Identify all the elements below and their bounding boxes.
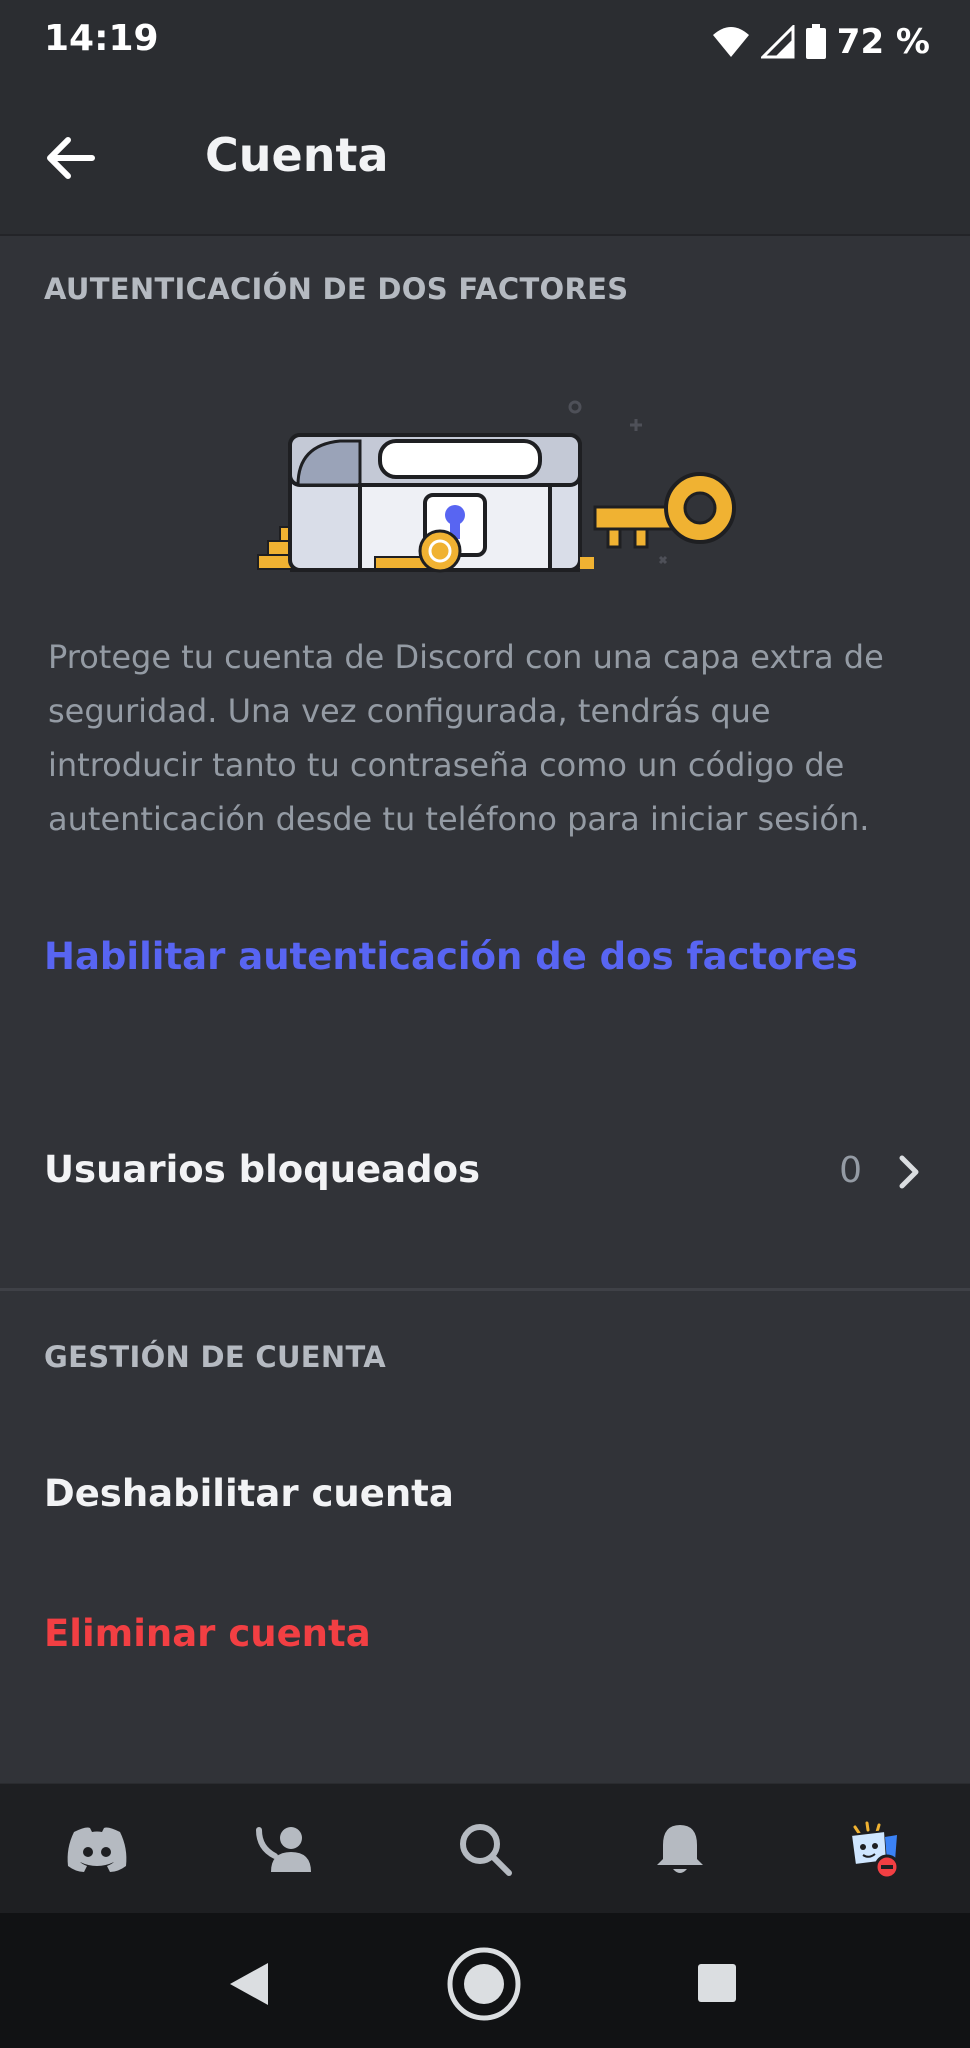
section-divider: [0, 1288, 970, 1291]
nav-profile[interactable]: [838, 1814, 908, 1884]
page-title: Cuenta: [205, 128, 389, 182]
status-time: 14:19: [44, 18, 159, 59]
back-button[interactable]: [40, 128, 100, 188]
nav-notifications[interactable]: [645, 1814, 715, 1884]
profile-avatar-icon: [849, 1821, 900, 1880]
arrow-left-icon: [47, 137, 95, 179]
status-bar: 14:19 72 %: [0, 0, 970, 84]
battery-icon: [805, 24, 826, 59]
battery-percent: 72 %: [836, 22, 930, 62]
nav-friends[interactable]: [250, 1814, 320, 1884]
nav-search[interactable]: [450, 1814, 520, 1884]
signal-icon: [760, 25, 795, 59]
blocked-users-row[interactable]: Usuarios bloqueados 0: [0, 1118, 970, 1228]
two-factor-description: Protege tu cuenta de Discord con una cap…: [48, 638, 884, 838]
account-settings-screen: 14:19 72 % Cuenta AUTENTICACIÓN DE DOS F…: [0, 0, 970, 2048]
chevron-right-icon: [899, 1155, 919, 1189]
friends-icon: [256, 1827, 311, 1872]
account-management-section-title: GESTIÓN DE CUENTA: [44, 1340, 387, 1374]
home-circle-icon[interactable]: [446, 1946, 522, 2022]
wifi-icon: [712, 27, 749, 57]
discord-home-icon: [67, 1827, 127, 1872]
back-triangle-icon[interactable]: [226, 1959, 272, 2009]
recents-square-icon[interactable]: [696, 1962, 738, 2004]
disable-account-label: Deshabilitar cuenta: [44, 1472, 454, 1515]
enable-two-factor-link[interactable]: Habilitar autenticación de dos factores: [44, 935, 858, 978]
nav-home[interactable]: [62, 1814, 132, 1884]
two-factor-section-title: AUTENTICACIÓN DE DOS FACTORES: [44, 272, 629, 306]
search-icon: [460, 1824, 512, 1876]
treasure-chest-key-illustration: [257, 400, 736, 573]
system-navigation-bar: [0, 1913, 970, 2048]
blocked-users-count: 0: [839, 1150, 862, 1191]
top-app-bar: Cuenta: [0, 84, 970, 236]
delete-account-row[interactable]: Eliminar cuenta: [0, 1582, 970, 1692]
notifications-bell-icon: [657, 1825, 703, 1873]
blocked-users-label: Usuarios bloqueados: [44, 1148, 481, 1191]
disable-account-row[interactable]: Deshabilitar cuenta: [0, 1442, 970, 1552]
delete-account-label: Eliminar cuenta: [44, 1612, 371, 1655]
bottom-navigation: [0, 1783, 970, 1914]
status-icons: 72 %: [711, 18, 930, 66]
